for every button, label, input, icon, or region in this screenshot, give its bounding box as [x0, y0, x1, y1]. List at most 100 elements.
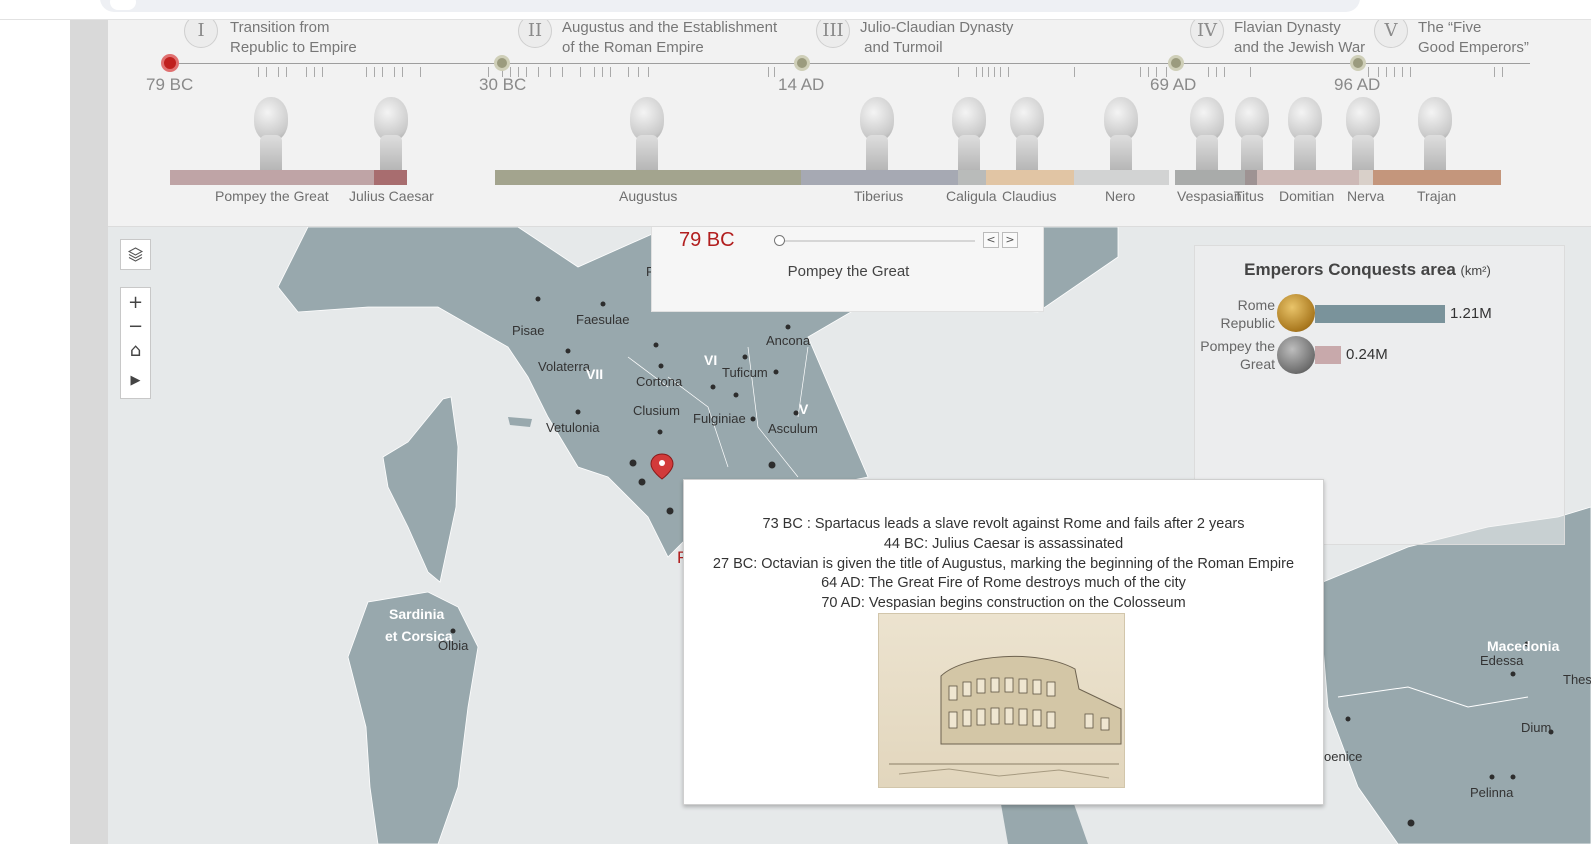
timeline-tick — [638, 67, 639, 77]
zoom-in-button[interactable]: + — [121, 290, 150, 315]
timeline-tick — [420, 67, 421, 77]
ruler-bar-pompey[interactable] — [170, 170, 374, 185]
timeline-tick — [306, 67, 307, 77]
region-label: et Corsica — [385, 628, 453, 644]
city-label: Pisae — [512, 323, 545, 338]
ruler-bar-domitian[interactable] — [1257, 170, 1359, 185]
nerva-bust-image[interactable] — [1334, 95, 1394, 170]
region-label: Sardinia — [389, 606, 444, 622]
ruler-bar-claudius[interactable] — [986, 170, 1074, 185]
timeline-tick — [1074, 67, 1075, 77]
year-marker[interactable] — [794, 55, 810, 71]
ruler-bar-titus[interactable] — [1245, 170, 1257, 185]
layers-button[interactable] — [120, 239, 151, 270]
event-line: 44 BC: Julius Caesar is assassinated — [883, 536, 1124, 552]
ruler-bar-trajan[interactable] — [1373, 170, 1501, 185]
event-line: 70 AD: Vespasian begins construction on … — [821, 595, 1186, 611]
conquest-value: 0.24M — [1346, 346, 1388, 363]
pompey-bust-image[interactable] — [242, 95, 302, 170]
region-label: Macedonia — [1487, 638, 1560, 654]
ruler-name[interactable]: Domitian — [1279, 188, 1334, 204]
julius-caesar-bust-image[interactable] — [362, 95, 422, 170]
next-year-button[interactable]: > — [1002, 232, 1018, 248]
timeline-tick — [402, 67, 403, 77]
ruler-name[interactable]: Tiberius — [854, 188, 903, 204]
zoom-out-button[interactable]: − — [121, 314, 150, 339]
ruler-name[interactable]: Trajan — [1417, 188, 1456, 204]
ruler-name[interactable]: Julius Caesar — [349, 188, 434, 204]
ruler-name[interactable]: Claudius — [1002, 188, 1056, 204]
event-line: 73 BC : Spartacus leads a slave revolt a… — [762, 516, 1245, 532]
site-info-icon[interactable] — [110, 0, 136, 10]
timeline-tick — [602, 67, 603, 77]
domitian-bust-image[interactable] — [1276, 95, 1336, 170]
event-line: 27 BC: Octavian is given the title of Au… — [712, 556, 1295, 572]
ruler-name[interactable]: Augustus — [619, 188, 677, 204]
city-label: Pelinna — [1470, 785, 1514, 800]
era-numeral-badge: V — [1374, 20, 1408, 48]
ruler-name[interactable]: Caligula — [946, 188, 997, 204]
year-marker[interactable] — [494, 55, 510, 71]
ruler-name[interactable]: Vespasian — [1177, 188, 1242, 204]
timeline-axis — [170, 63, 1530, 64]
year-marker-active[interactable] — [161, 54, 179, 72]
timeline-tick — [1494, 67, 1495, 77]
previous-year-button[interactable]: < — [983, 232, 999, 248]
tiberius-bust-image[interactable] — [848, 95, 908, 170]
home-button[interactable]: ⌂ — [121, 338, 150, 363]
conquest-bar[interactable] — [1315, 305, 1445, 323]
claudius-bust-image[interactable] — [998, 95, 1058, 170]
address-bar[interactable] — [100, 0, 1360, 12]
region-label: VII — [586, 366, 603, 382]
timeline-tick — [1250, 67, 1251, 77]
conquest-bar[interactable] — [1315, 346, 1341, 364]
city-label: Edessa — [1480, 653, 1524, 668]
era-numeral-badge: I — [184, 20, 218, 48]
ruler-name[interactable]: Nero — [1105, 188, 1135, 204]
ruler-bar-caligula[interactable] — [958, 170, 986, 185]
year-marker[interactable] — [1168, 55, 1184, 71]
ruler-bar-nero[interactable] — [1074, 170, 1169, 185]
conquest-value: 1.21M — [1450, 305, 1492, 322]
ruler-bar-julius-caesar[interactable] — [374, 170, 407, 185]
timeline-tick — [958, 67, 959, 77]
city-label: Cortona — [636, 374, 683, 389]
ruler-name[interactable]: Titus — [1234, 188, 1264, 204]
timeline-tick — [988, 67, 989, 77]
play-button[interactable]: ▶ — [121, 368, 150, 393]
left-gutter — [0, 20, 70, 844]
chart-unit: (km²) — [1460, 263, 1491, 278]
timeline-tick — [1008, 67, 1009, 77]
events-tooltip: 73 BC : Spartacus leads a slave revolt a… — [683, 479, 1324, 805]
city-label: Ancona — [766, 333, 811, 348]
nero-bust-image[interactable] — [1092, 95, 1152, 170]
year-marker[interactable] — [1350, 55, 1366, 71]
augustus-bust-image[interactable] — [618, 95, 678, 170]
ruler-bar-vespasian[interactable] — [1175, 170, 1245, 185]
trajan-bust-image[interactable] — [1406, 95, 1466, 170]
timeline-tick — [774, 67, 775, 77]
timeline-tick — [1140, 67, 1141, 77]
ruler-bar-augustus[interactable] — [495, 170, 801, 185]
map-view[interactable]: Pisae Faesulae Ancona Volaterra Cortona … — [108, 227, 1591, 844]
colosseum-sketch-image — [878, 613, 1125, 788]
timeline-tick — [538, 67, 539, 77]
ruler-name[interactable]: Nerva — [1347, 188, 1384, 204]
timeline-tick — [1394, 67, 1395, 77]
silver-coin-icon — [1277, 336, 1315, 374]
city-label: Faesulae — [576, 312, 629, 327]
current-ruler-name: Pompey the Great — [787, 263, 910, 280]
ruler-name[interactable]: Pompey the Great — [215, 188, 329, 204]
timeline-tick — [594, 67, 595, 77]
timeline-tick — [366, 67, 367, 77]
titus-bust-image[interactable] — [1223, 95, 1283, 170]
year-slider-track[interactable] — [780, 240, 975, 242]
timeline-tick — [768, 67, 769, 77]
city-label: Volaterra — [538, 359, 591, 374]
caligula-bust-image[interactable] — [940, 95, 1000, 170]
year-slider-handle[interactable] — [774, 235, 785, 246]
chart-title: Emperors Conquests area (km²) — [1195, 260, 1540, 280]
ruler-bar-nerva[interactable] — [1359, 170, 1373, 185]
ruler-bar-tiberius[interactable] — [801, 170, 958, 185]
timeline-tick — [976, 67, 977, 77]
